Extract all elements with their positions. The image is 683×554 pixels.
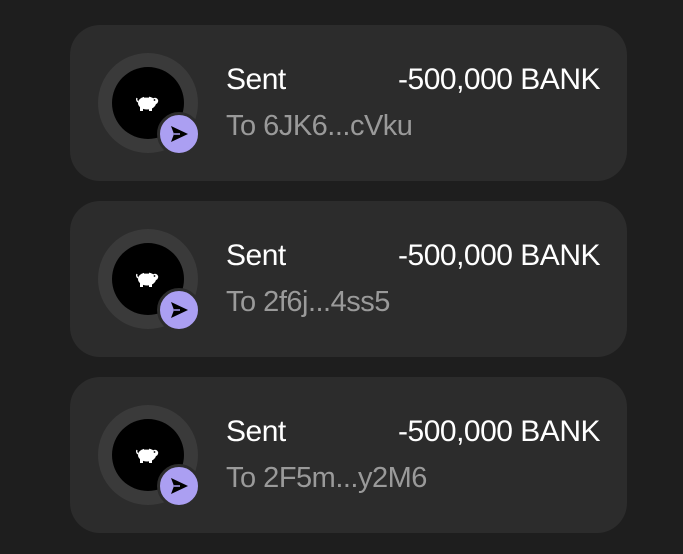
transaction-recipient: To 2f6j...4ss5: [226, 286, 390, 318]
transaction-amount: -500,000 BANK: [398, 63, 600, 96]
transaction-item[interactable]: Sent -500,000 BANK To 6JK6...cVku: [70, 25, 627, 181]
transaction-type: Sent: [226, 63, 286, 96]
transaction-item[interactable]: Sent -500,000 BANK To 2F5m...y2M6: [70, 377, 627, 533]
transaction-amount: -500,000 BANK: [398, 239, 600, 272]
token-avatar: [98, 229, 201, 332]
transaction-amount: -500,000 BANK: [398, 415, 600, 448]
transaction-recipient: To 2F5m...y2M6: [226, 462, 427, 494]
send-arrow-icon: [157, 288, 201, 332]
send-arrow-icon: [157, 464, 201, 508]
send-arrow-icon: [157, 112, 201, 156]
token-avatar: [98, 405, 201, 508]
transaction-recipient: To 6JK6...cVku: [226, 110, 413, 142]
token-avatar: [98, 53, 201, 156]
transaction-type: Sent: [226, 415, 286, 448]
transaction-type: Sent: [226, 239, 286, 272]
transaction-item[interactable]: Sent -500,000 BANK To 2f6j...4ss5: [70, 201, 627, 357]
transaction-list: Sent -500,000 BANK To 6JK6...cVku Sent -…: [70, 25, 627, 553]
